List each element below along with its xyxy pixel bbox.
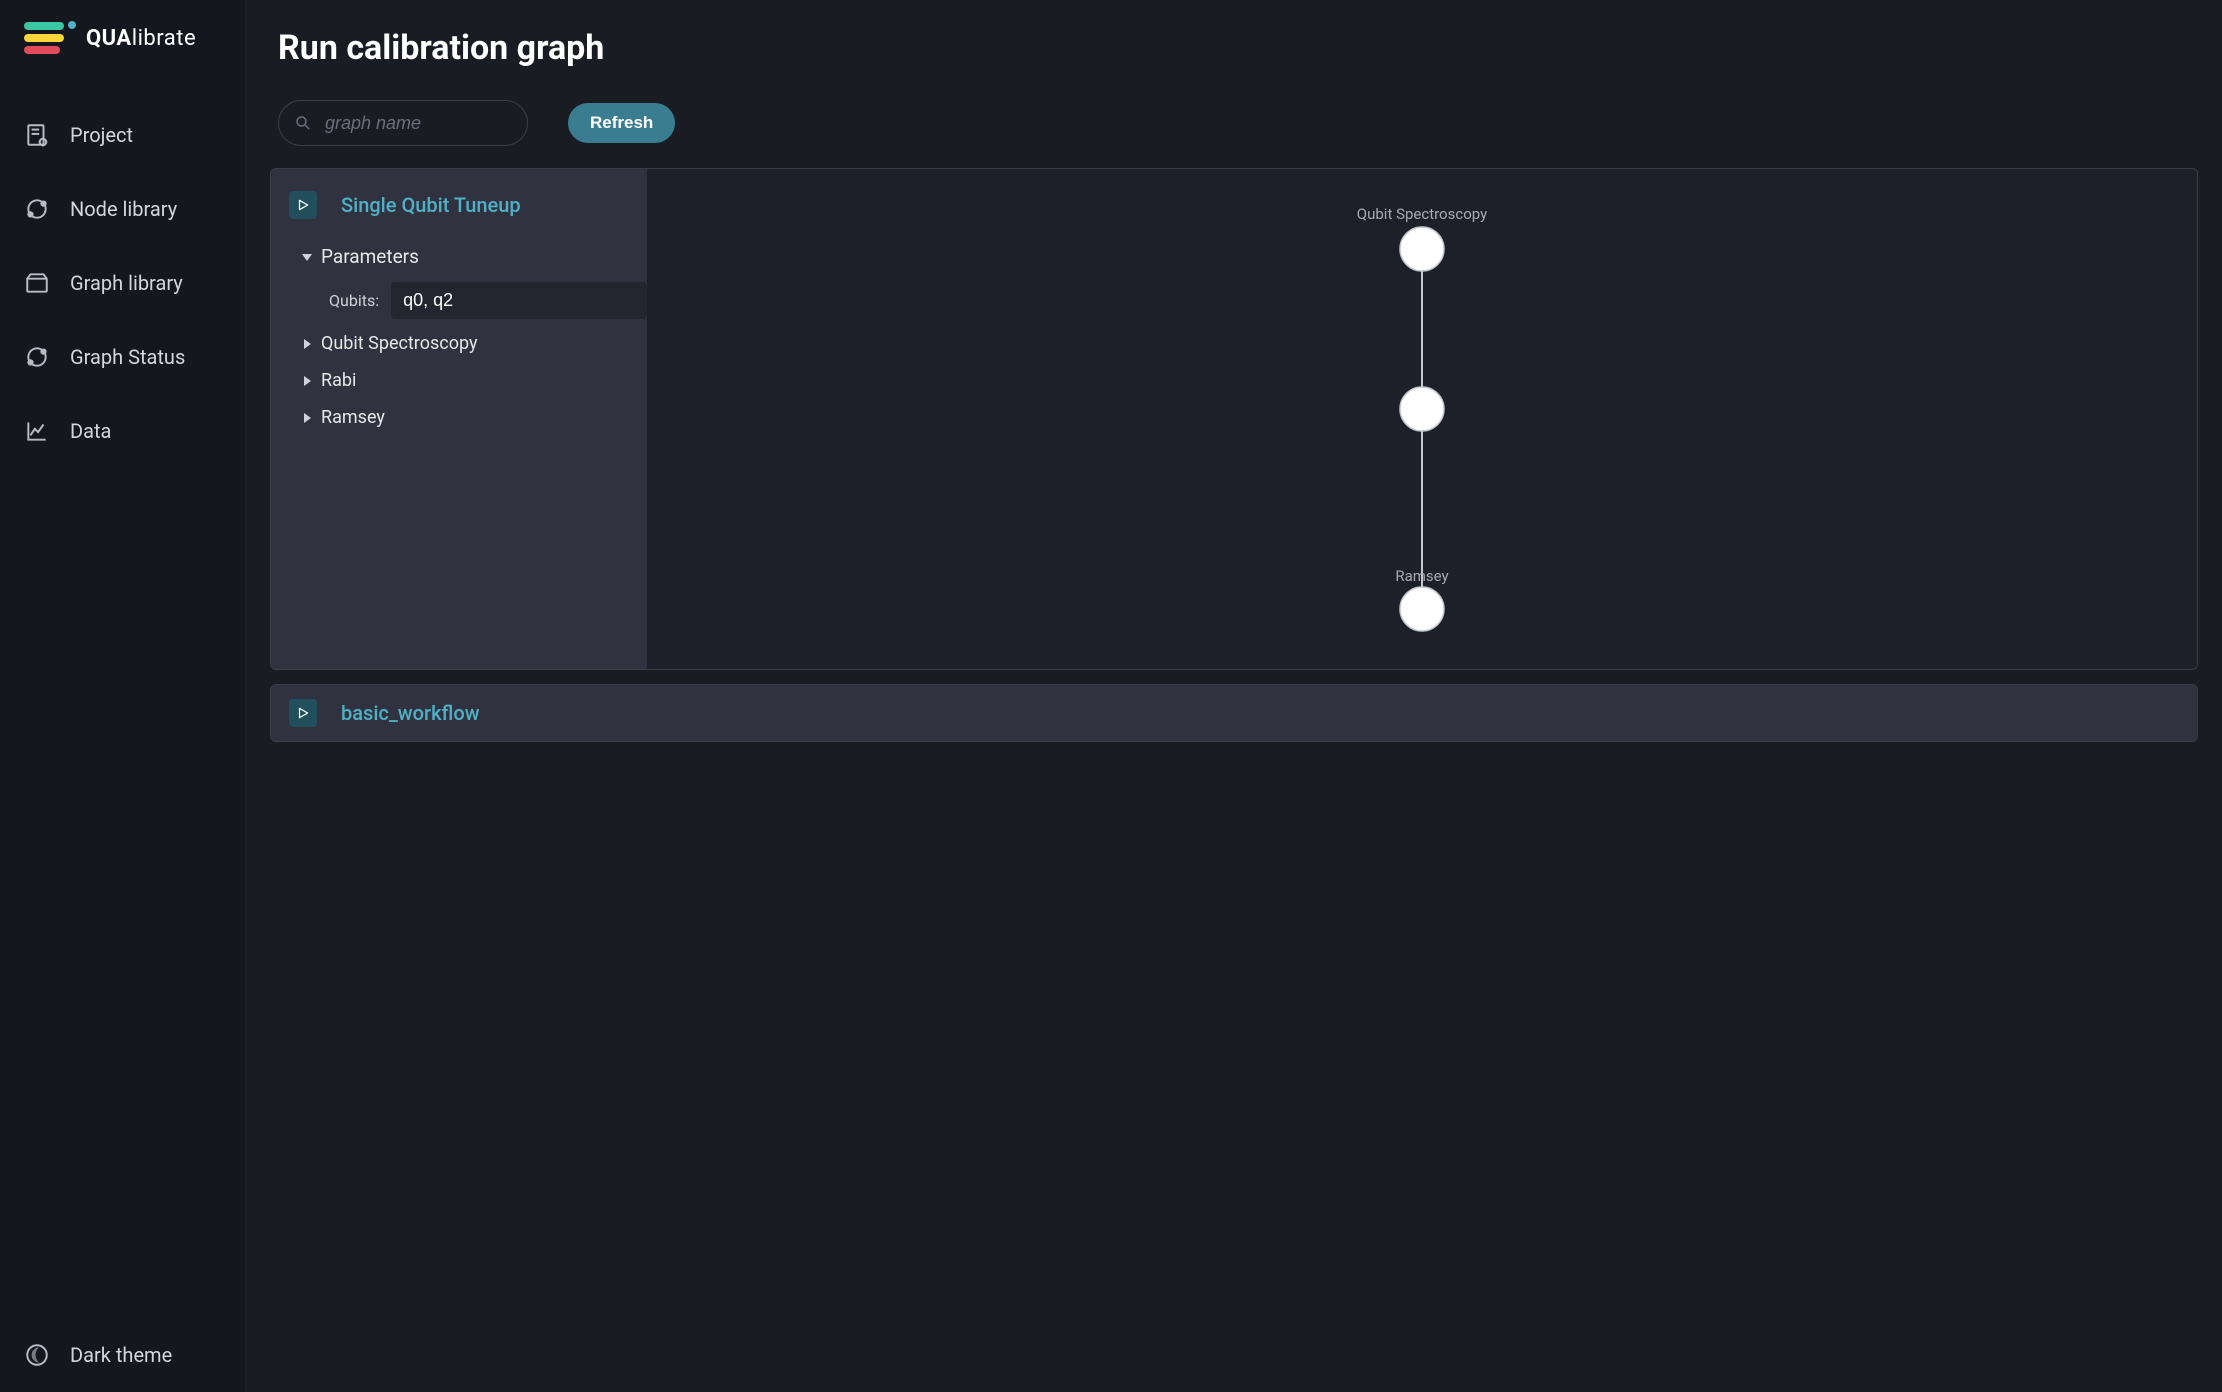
caret-right-icon xyxy=(301,339,313,349)
run-graph-button[interactable] xyxy=(289,699,317,727)
document-gear-icon xyxy=(24,122,50,148)
sidebar-item-label: Node library xyxy=(70,197,177,221)
tree-label: Parameters xyxy=(321,245,419,268)
nav: Project Node library xyxy=(0,88,245,468)
sidebar-item-label: Graph library xyxy=(70,271,183,295)
panels: Single Qubit Tuneup Parameters Qubits: xyxy=(246,168,2222,766)
theme-toggle[interactable]: Dark theme xyxy=(0,1318,245,1392)
graph-node[interactable] xyxy=(1400,587,1444,631)
archive-icon xyxy=(24,270,50,296)
graph-node-label: Qubit Spectroscopy xyxy=(1357,205,1487,223)
search-wrap xyxy=(278,100,528,146)
chart-line-icon xyxy=(24,418,50,444)
orbit-icon xyxy=(24,196,50,222)
param-qubits: Qubits: xyxy=(297,276,633,325)
tree-parameters[interactable]: Parameters xyxy=(297,237,633,276)
tree-label: Rabi xyxy=(321,370,356,391)
sidebar-item-graph-library[interactable]: Graph library xyxy=(0,246,245,320)
tree-ramsey[interactable]: Ramsey xyxy=(297,399,633,436)
graph-svg: Qubit Spectroscopy Rabi Ramsey xyxy=(647,169,2197,669)
main: Run calibration graph Refresh xyxy=(246,0,2222,1392)
tree-qubit-spectroscopy[interactable]: Qubit Spectroscopy xyxy=(297,325,633,362)
logo-text: QUAlibrate xyxy=(86,26,196,51)
logo: QUAlibrate xyxy=(0,0,245,88)
tree-label: Ramsey xyxy=(321,407,385,428)
sidebar-item-label: Graph Status xyxy=(70,345,185,369)
graph-canvas[interactable]: Qubit Spectroscopy Rabi Ramsey xyxy=(647,169,2197,669)
controls-row: Refresh xyxy=(246,82,2222,168)
refresh-button[interactable]: Refresh xyxy=(568,103,675,143)
sidebar-item-node-library[interactable]: Node library xyxy=(0,172,245,246)
panel-left: Single Qubit Tuneup Parameters Qubits: xyxy=(271,169,647,669)
graph-panel-basic-workflow: basic_workflow xyxy=(270,684,2198,742)
search-input[interactable] xyxy=(278,100,528,146)
search-icon xyxy=(294,114,312,132)
page-title: Run calibration graph xyxy=(246,0,2222,82)
logo-mark xyxy=(24,22,76,54)
moon-icon xyxy=(24,1342,50,1368)
graph-node[interactable] xyxy=(1400,227,1444,271)
parameter-tree: Parameters Qubits: Qubit Spectroscop xyxy=(281,227,637,436)
sidebar-item-data[interactable]: Data xyxy=(0,394,245,468)
graph-node-label: Ramsey xyxy=(1395,567,1448,585)
run-graph-button[interactable] xyxy=(289,191,317,219)
qubits-input[interactable] xyxy=(391,282,647,319)
sidebar-item-label: Project xyxy=(70,123,133,147)
caret-right-icon xyxy=(301,413,313,423)
param-label: Qubits: xyxy=(329,291,379,310)
panel-title[interactable]: Single Qubit Tuneup xyxy=(341,193,521,217)
caret-right-icon xyxy=(301,376,313,386)
graph-node[interactable] xyxy=(1400,387,1444,431)
orbit-icon xyxy=(24,344,50,370)
graph-panel-single-qubit-tuneup: Single Qubit Tuneup Parameters Qubits: xyxy=(270,168,2198,670)
sidebar-item-graph-status[interactable]: Graph Status xyxy=(0,320,245,394)
sidebar: QUAlibrate Project xyxy=(0,0,246,1392)
panel-title[interactable]: basic_workflow xyxy=(341,701,480,725)
sidebar-item-project[interactable]: Project xyxy=(0,98,245,172)
sidebar-item-label: Data xyxy=(70,419,111,443)
tree-rabi[interactable]: Rabi xyxy=(297,362,633,399)
tree-label: Qubit Spectroscopy xyxy=(321,333,478,354)
caret-down-icon xyxy=(301,252,313,262)
theme-label: Dark theme xyxy=(70,1343,172,1367)
